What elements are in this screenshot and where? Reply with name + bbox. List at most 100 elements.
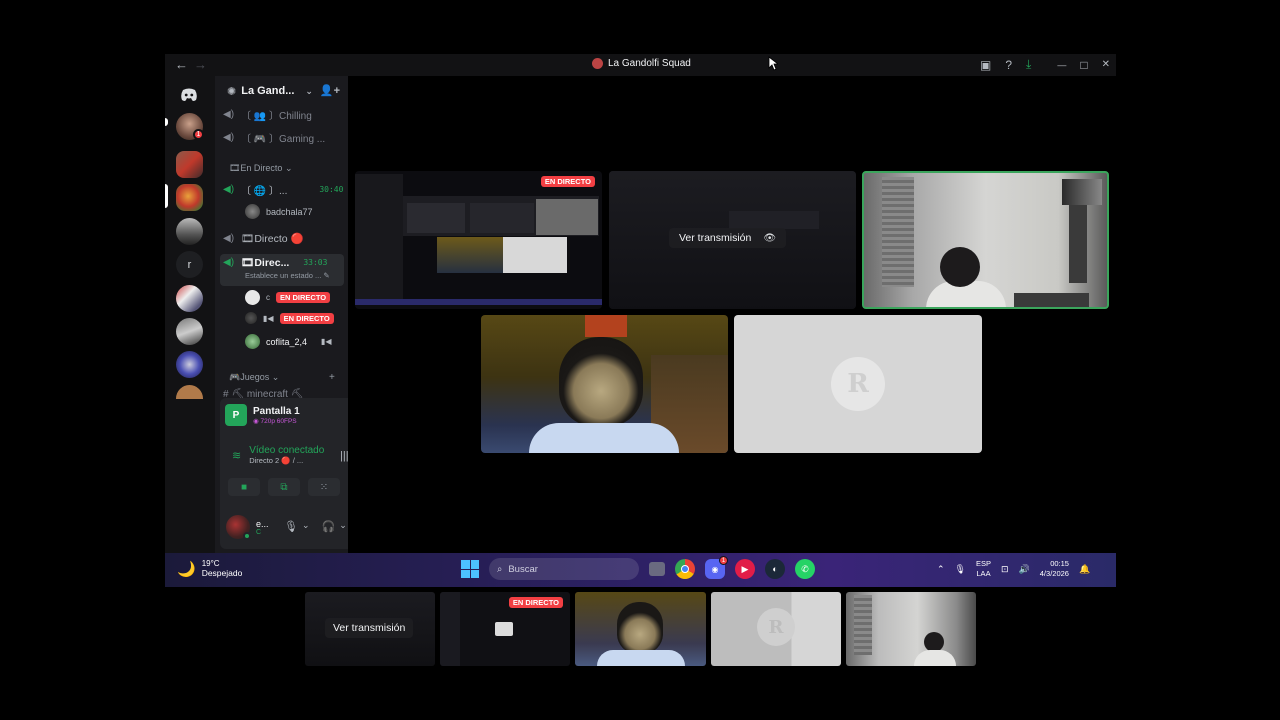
whatsapp-icon[interactable]: ✆ bbox=[795, 559, 815, 579]
strip-thumb-3[interactable] bbox=[575, 592, 706, 666]
server-icon bbox=[592, 58, 603, 69]
voice-connected-title[interactable]: Vídeo conectado bbox=[249, 445, 325, 456]
server-avatar-2[interactable] bbox=[176, 151, 203, 178]
volume-icon[interactable]: 🔊 bbox=[1019, 564, 1030, 575]
signal-icon[interactable]: ≋ bbox=[232, 449, 241, 462]
set-status-hint[interactable]: Establece un estado ... ✎ bbox=[245, 271, 330, 280]
user-name: coflita_2,4 bbox=[266, 336, 308, 347]
voice-status-panel: P Pantalla 1 ◉ 720p 60FPS ⊠ ≋ Vídeo cone… bbox=[220, 398, 348, 549]
input-language[interactable]: ESP LAA bbox=[976, 559, 991, 579]
windows-start-icon[interactable] bbox=[461, 560, 479, 578]
notification-bell-icon[interactable]: 🔔 bbox=[1079, 564, 1090, 575]
activities-button[interactable]: ⁙ bbox=[308, 478, 340, 496]
avatar bbox=[245, 204, 260, 219]
strip-thumb-2[interactable]: EN DIRECTO bbox=[440, 592, 570, 666]
server-avatar-r[interactable]: r bbox=[176, 251, 203, 278]
voice-channel-direc[interactable]: ◀) 🎞Direc... 33:03 bbox=[223, 256, 327, 269]
server-avatar-la-gandolfi[interactable] bbox=[176, 184, 203, 211]
live-badge: EN DIRECTO bbox=[540, 176, 595, 187]
moon-icon: 🌙 bbox=[177, 560, 196, 578]
screen-icon bbox=[495, 622, 513, 636]
user-name[interactable]: e... bbox=[256, 519, 269, 529]
maximize-icon[interactable]: □ bbox=[1080, 58, 1087, 72]
task-view-icon[interactable] bbox=[649, 562, 665, 576]
server-header[interactable]: ✺ La Gand... ⌄ 👤+ bbox=[215, 76, 348, 106]
network-icon[interactable]: ⊡ bbox=[1001, 564, 1009, 575]
strip-person-head bbox=[924, 632, 944, 652]
voice-channel-chilling[interactable]: ◀) 〔 👥 〕Chilling bbox=[223, 107, 312, 122]
strip-thumb-4[interactable]: R bbox=[711, 592, 841, 666]
discord-notification-badge: 1 bbox=[719, 556, 728, 565]
weather-widget[interactable]: 🌙 19°C Despejado bbox=[177, 559, 242, 578]
category-label: 🎞En Directo ⌄ bbox=[229, 163, 293, 173]
strip-thumb-5[interactable] bbox=[846, 592, 976, 666]
steam-icon[interactable]: ◐ bbox=[765, 559, 785, 579]
download-icon[interactable]: ⤓ bbox=[1026, 57, 1031, 72]
strip-watch-button[interactable]: Ver transmisión bbox=[325, 618, 414, 638]
camera-tile-off[interactable]: R bbox=[734, 315, 982, 453]
taskbar-search[interactable]: ⌕ Buscar bbox=[489, 558, 639, 580]
headset-icon[interactable]: 🎧 bbox=[322, 520, 336, 533]
stream-tile-2[interactable]: Ver transmisión 👁 bbox=[609, 171, 856, 309]
tray-chevron-up-icon[interactable]: ⌃ bbox=[937, 564, 945, 575]
windows-taskbar: 🌙 19°C Despejado ⌕ Buscar ◉ 1 ▶ ◐ ✆ ⌃ 🎙 … bbox=[165, 553, 1116, 587]
screen-share-icon: P bbox=[225, 404, 247, 426]
title-bar: ← → La Gandolfi Squad ▣ ? ⤓ — □ ✕ bbox=[165, 54, 1116, 76]
voice-controls: ■ ⧉ ⁙ ✦ bbox=[228, 478, 348, 496]
user-avatar[interactable] bbox=[226, 515, 251, 540]
channel-user-c[interactable]: c EN DIRECTO bbox=[245, 290, 331, 305]
chrome-icon[interactable] bbox=[675, 559, 695, 579]
strip-thumb-1[interactable]: Ver transmisión bbox=[305, 592, 435, 666]
channel-user-badchala[interactable]: badchala77 bbox=[245, 204, 313, 219]
avatar bbox=[245, 290, 260, 305]
voice-channel-gaming[interactable]: ◀) 〔 🎮 〕Gaming ... bbox=[223, 130, 325, 145]
close-icon[interactable]: ✕ bbox=[1102, 59, 1110, 70]
mic-chevron-icon[interactable]: ⌄ bbox=[302, 520, 310, 533]
discord-home-icon[interactable] bbox=[176, 82, 202, 108]
category-en-directo[interactable]: 🎞En Directo ⌄ bbox=[229, 163, 292, 174]
voice-channel-directo[interactable]: ◀) 🎞Directo 🔴 bbox=[223, 232, 304, 245]
stream-preview-cam bbox=[536, 199, 598, 235]
channel-user-cam[interactable]: ▮◀ EN DIRECTO bbox=[245, 312, 334, 324]
help-icon[interactable]: ? bbox=[1005, 58, 1012, 72]
search-icon: ⌕ bbox=[497, 563, 503, 575]
category-juegos[interactable]: 🎮Juegos ⌄ + bbox=[229, 372, 335, 383]
system-clock[interactable]: 00:15 4/3/2026 bbox=[1040, 559, 1069, 579]
title-bar-actions: ▣ ? ⤓ — □ ✕ bbox=[980, 57, 1110, 72]
voice-channel-path[interactable]: Directo 2 🔴 / ... bbox=[249, 456, 325, 465]
forward-button[interactable]: → bbox=[194, 57, 207, 72]
server-avatar-7[interactable] bbox=[176, 318, 203, 345]
minimize-icon[interactable]: — bbox=[1057, 60, 1066, 70]
add-channel-icon[interactable]: + bbox=[329, 372, 335, 383]
server-avatar-8[interactable] bbox=[176, 351, 203, 378]
camera-button[interactable]: ■ bbox=[228, 478, 260, 496]
screen-title: Pantalla 1 bbox=[253, 405, 300, 417]
soundboard-icon[interactable]: ||| bbox=[340, 450, 348, 463]
live-badge: EN DIRECTO bbox=[276, 292, 331, 303]
voice-channel-live[interactable]: ◀) 〔 🌐 〕... 30:40 bbox=[223, 182, 343, 197]
watch-stream-button[interactable]: Ver transmisión 👁 bbox=[669, 228, 787, 248]
back-button[interactable]: ← bbox=[175, 57, 188, 72]
invite-user-icon[interactable]: 👤+ bbox=[320, 84, 340, 97]
discord-logo-icon bbox=[181, 88, 197, 101]
stream-preview-sidebar bbox=[355, 174, 403, 300]
avatar bbox=[245, 334, 260, 349]
inbox-icon[interactable]: ▣ bbox=[980, 58, 991, 72]
stream-tile-1[interactable]: EN DIRECTO bbox=[355, 171, 602, 309]
channel-user-coflita[interactable]: coflita_2,4 ▮◀ bbox=[245, 334, 332, 349]
clock-time: 00:15 bbox=[1050, 559, 1069, 568]
mic-icon[interactable]: 🎙 bbox=[284, 520, 298, 533]
strip-preview-sidebar bbox=[440, 592, 460, 666]
lang-code: ESP bbox=[975, 559, 991, 568]
headset-chevron-icon[interactable]: ⌄ bbox=[339, 520, 347, 533]
server-avatar-9[interactable] bbox=[176, 385, 203, 399]
media-player-icon[interactable]: ▶ bbox=[735, 559, 755, 579]
screen-share-button[interactable]: ⧉ bbox=[268, 478, 300, 496]
system-tray: ⌃ 🎙 ESP LAA ⊡ 🔊 00:15 4/3/2026 🔔 bbox=[937, 559, 1090, 579]
server-avatar-6[interactable] bbox=[176, 285, 203, 312]
server-avatar-4[interactable] bbox=[176, 218, 203, 245]
tray-mic-icon[interactable]: 🎙 bbox=[955, 564, 966, 575]
discord-taskbar-icon[interactable]: ◉ 1 bbox=[705, 556, 728, 579]
camera-tile-face[interactable] bbox=[481, 315, 728, 453]
camera-tile-speaking[interactable] bbox=[862, 171, 1109, 309]
